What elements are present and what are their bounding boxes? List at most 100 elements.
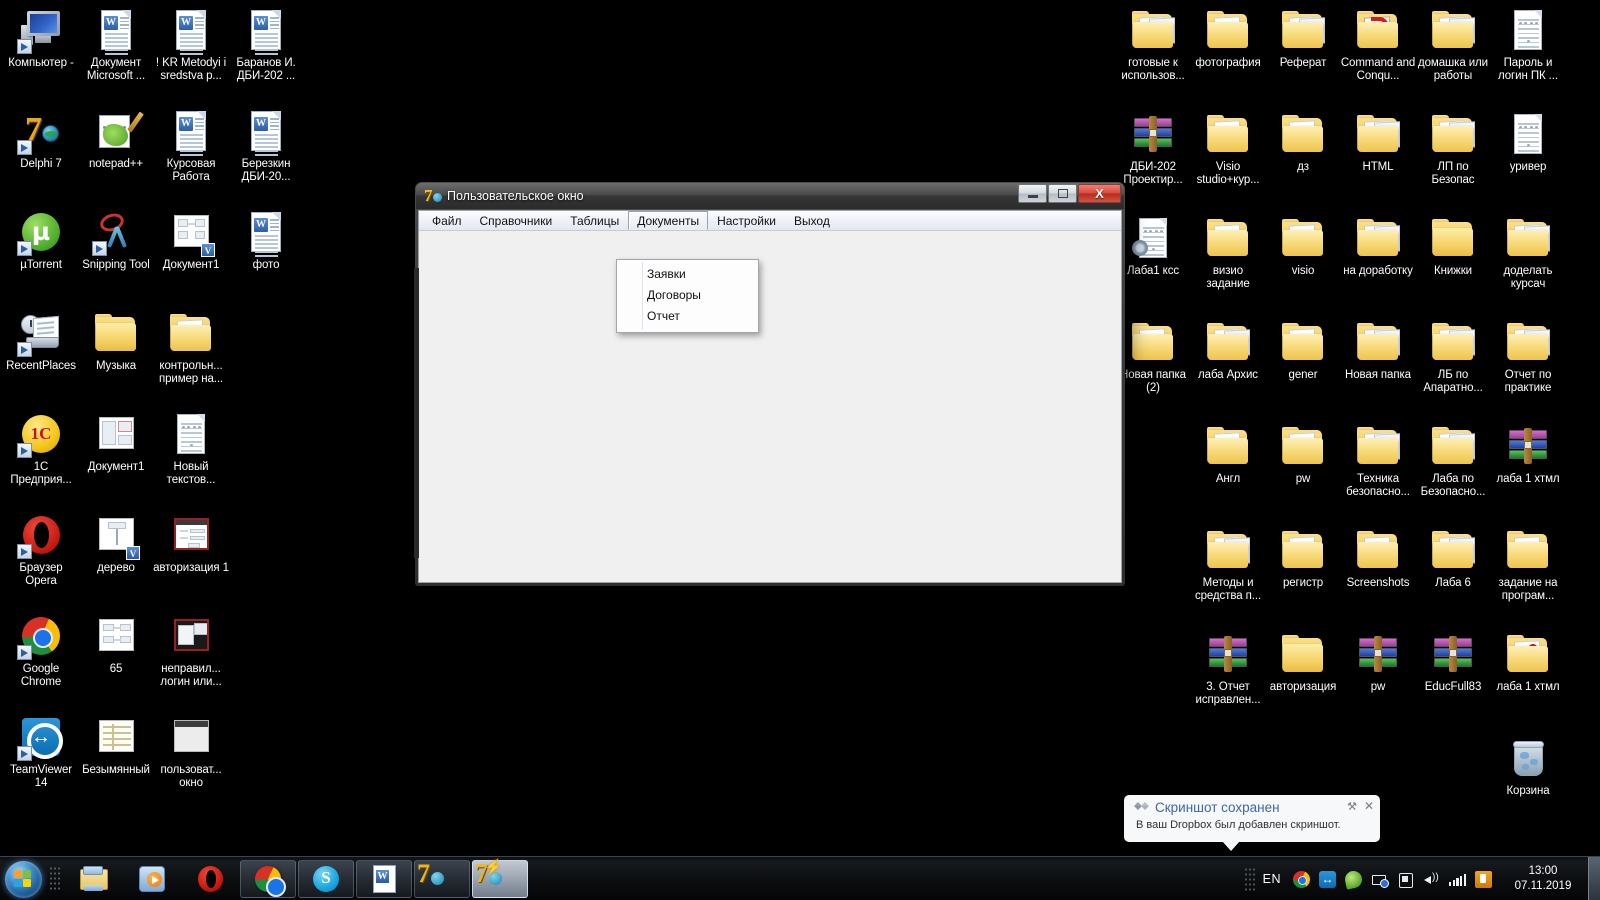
network-tray-icon[interactable] [1371, 871, 1389, 888]
desktop-icon[interactable]: Новый текстов... [153, 410, 229, 487]
taskbar-delphi-app-window[interactable]: 7 ⚡ [472, 859, 528, 898]
desktop-icon[interactable]: пользоват... окно [153, 713, 229, 790]
desktop-icon[interactable]: уривер [1490, 110, 1566, 174]
close-button[interactable]: X [1078, 184, 1121, 203]
tray-grip[interactable] [1243, 867, 1255, 891]
window-titlebar[interactable]: 7 Пользовательское окно X [416, 183, 1124, 209]
update-icon[interactable] [1475, 870, 1492, 888]
taskbar-skype-window[interactable] [298, 859, 354, 898]
desktop-icon[interactable]: визио задание [1190, 214, 1266, 291]
close-icon[interactable]: ✕ [1364, 800, 1374, 812]
desktop-icon[interactable]: W Документ Microsoft ... [78, 6, 154, 83]
desktop-icon[interactable]: Методы и средства п... [1190, 526, 1266, 603]
desktop-icon[interactable]: Отчет по практике [1490, 318, 1566, 395]
desktop-icon[interactable]: контрольн... пример на... [153, 309, 229, 386]
taskbar-chrome-window[interactable] [240, 859, 296, 898]
desktop-icon[interactable]: ЛП по Безопас [1415, 110, 1491, 187]
desktop-icon[interactable]: фотография [1190, 6, 1266, 70]
desktop-icon[interactable]: дз [1265, 110, 1341, 174]
desktop-icon[interactable]: лаба 1 хтмл [1490, 630, 1566, 694]
desktop-icon[interactable]: 7 Delphi 7 [3, 107, 79, 171]
dropbox-tray-icon[interactable] [1343, 868, 1364, 890]
desktop-icon[interactable]: pw [1265, 422, 1341, 486]
desktop-icon[interactable]: Новая папка [1340, 318, 1416, 382]
desktop-icon[interactable]: W Курсовая Работа [153, 107, 229, 184]
window-client-area[interactable] [419, 231, 1121, 582]
clock[interactable]: 13:00 07.11.2019 [1504, 864, 1582, 894]
menu-item-1[interactable]: Справочники [471, 211, 562, 230]
settings-icon[interactable]: ⚒ [1347, 800, 1357, 813]
taskbar-opera-button[interactable] [182, 860, 238, 898]
desktop-icon[interactable]: Snipping Tool [78, 208, 154, 272]
maximize-button[interactable] [1048, 184, 1077, 203]
desktop-icon[interactable]: Техника безопасно... [1340, 422, 1416, 499]
desktop-icon[interactable]: Command and Conqu... [1340, 6, 1416, 83]
minimize-button[interactable] [1018, 184, 1047, 203]
desktop-icon[interactable]: TeamViewer 14 [3, 713, 79, 790]
desktop-icon[interactable]: авторизация 1 [153, 511, 229, 575]
desktop-icon[interactable]: EducFull83 [1415, 630, 1491, 694]
desktop-icon[interactable]: задание на програм... [1490, 526, 1566, 603]
start-button[interactable] [2, 859, 46, 899]
menu-item-3[interactable]: Документы [628, 211, 709, 230]
chrome-tray-icon[interactable] [1293, 870, 1310, 888]
desktop-icon[interactable]: W Баранов И. ДБИ-202 ... [228, 6, 304, 83]
desktop-icon[interactable]: Компьютер - [3, 6, 79, 70]
menu-item-0[interactable]: Файл [423, 211, 471, 230]
desktop-icon[interactable]: лаба 1 хтмл [1490, 422, 1566, 486]
desktop-icon[interactable]: HTML [1340, 110, 1416, 174]
desktop-icon[interactable]: Google Chrome [3, 612, 79, 689]
menu-item-5[interactable]: Выход [785, 211, 839, 230]
desktop-icon[interactable]: Музыка [78, 309, 154, 373]
desktop-icon[interactable]: Браузер Opera [3, 511, 79, 588]
desktop-icon[interactable]: W Березкин ДБИ-20... [228, 107, 304, 184]
desktop-icon[interactable]: Новая папка (2) [1115, 318, 1191, 395]
desktop-icon[interactable]: авторизация [1265, 630, 1341, 694]
desktop-icon[interactable]: Пароль и логин ПК ... [1490, 6, 1566, 83]
desktop-icon[interactable]: Лаба 6 [1415, 526, 1491, 590]
desktop-icon[interactable]: Лаба по Безопасно... [1415, 422, 1491, 499]
safely-remove-hardware-icon[interactable] [1397, 871, 1414, 888]
desktop-icon[interactable]: ДБИ-202 Проектир... [1115, 110, 1191, 187]
signal-strength-icon[interactable] [1449, 872, 1467, 886]
desktop-icon[interactable]: домашка или работы [1415, 6, 1491, 83]
teamviewer-tray-icon[interactable] [1319, 870, 1336, 888]
documents-dropdown-menu[interactable]: Заявки Договоры Отчет [616, 259, 759, 333]
taskbar-media-player-button[interactable] [124, 860, 180, 898]
desktop-icon[interactable]: V Документ1 [153, 208, 229, 272]
desktop-icon[interactable]: RecentPlaces [3, 309, 79, 373]
menu-item-2[interactable]: Таблицы [561, 211, 628, 230]
desktop-icon[interactable]: 3. Отчет исправлен... [1190, 630, 1266, 707]
desktop-icon[interactable]: регистр [1265, 526, 1341, 590]
desktop-icon[interactable]: Корзина [1490, 734, 1566, 798]
desktop-icon[interactable]: Книжки [1415, 214, 1491, 278]
desktop-icon[interactable]: Visio studio+кур... [1190, 110, 1266, 187]
taskbar-explorer-button[interactable] [66, 860, 122, 898]
desktop-icon[interactable]: visio [1265, 214, 1341, 278]
taskbar-delphi-window[interactable]: 7 [414, 859, 470, 898]
desktop-icon[interactable]: Vдерево [78, 511, 154, 575]
desktop-icon[interactable]: Screenshots [1340, 526, 1416, 590]
desktop-icon[interactable]: ЛБ по Апаратно... [1415, 318, 1491, 395]
language-indicator[interactable]: EN [1263, 872, 1281, 886]
show-desktop-button[interactable] [1588, 857, 1600, 900]
menu-item-4[interactable]: Настройки [708, 211, 785, 230]
dropdown-item-0[interactable]: Заявки [617, 264, 758, 285]
desktop-icon[interactable]: pw [1340, 630, 1416, 694]
desktop-icon[interactable]: готовые к использов... [1115, 6, 1191, 83]
desktop-icon[interactable]: доделать курсач [1490, 214, 1566, 291]
volume-icon[interactable] [1423, 871, 1440, 888]
desktop-icon[interactable]: Безымянный [78, 713, 154, 777]
application-window[interactable]: 7 Пользовательское окно X Файл Справочник… [414, 182, 1125, 586]
desktop-icon[interactable]: 65 [78, 612, 154, 676]
desktop-icon[interactable]: gener [1265, 318, 1341, 382]
desktop-icon[interactable]: W! KR Metodyi i sredstva p... [153, 6, 229, 83]
desktop-icon[interactable]: Англ [1190, 422, 1266, 486]
dropbox-notification-toast[interactable]: Скриншот сохранен В ваш Dropbox был доба… [1124, 795, 1380, 851]
dropdown-item-1[interactable]: Договоры [617, 285, 758, 306]
desktop-icon[interactable]: µTorrent [3, 208, 79, 272]
taskbar-word-window[interactable] [356, 859, 412, 898]
desktop-icon[interactable]: Реферат [1265, 6, 1341, 70]
desktop-icon[interactable]: Документ1 [78, 410, 154, 474]
desktop-icon[interactable]: notepad++ [78, 107, 154, 171]
